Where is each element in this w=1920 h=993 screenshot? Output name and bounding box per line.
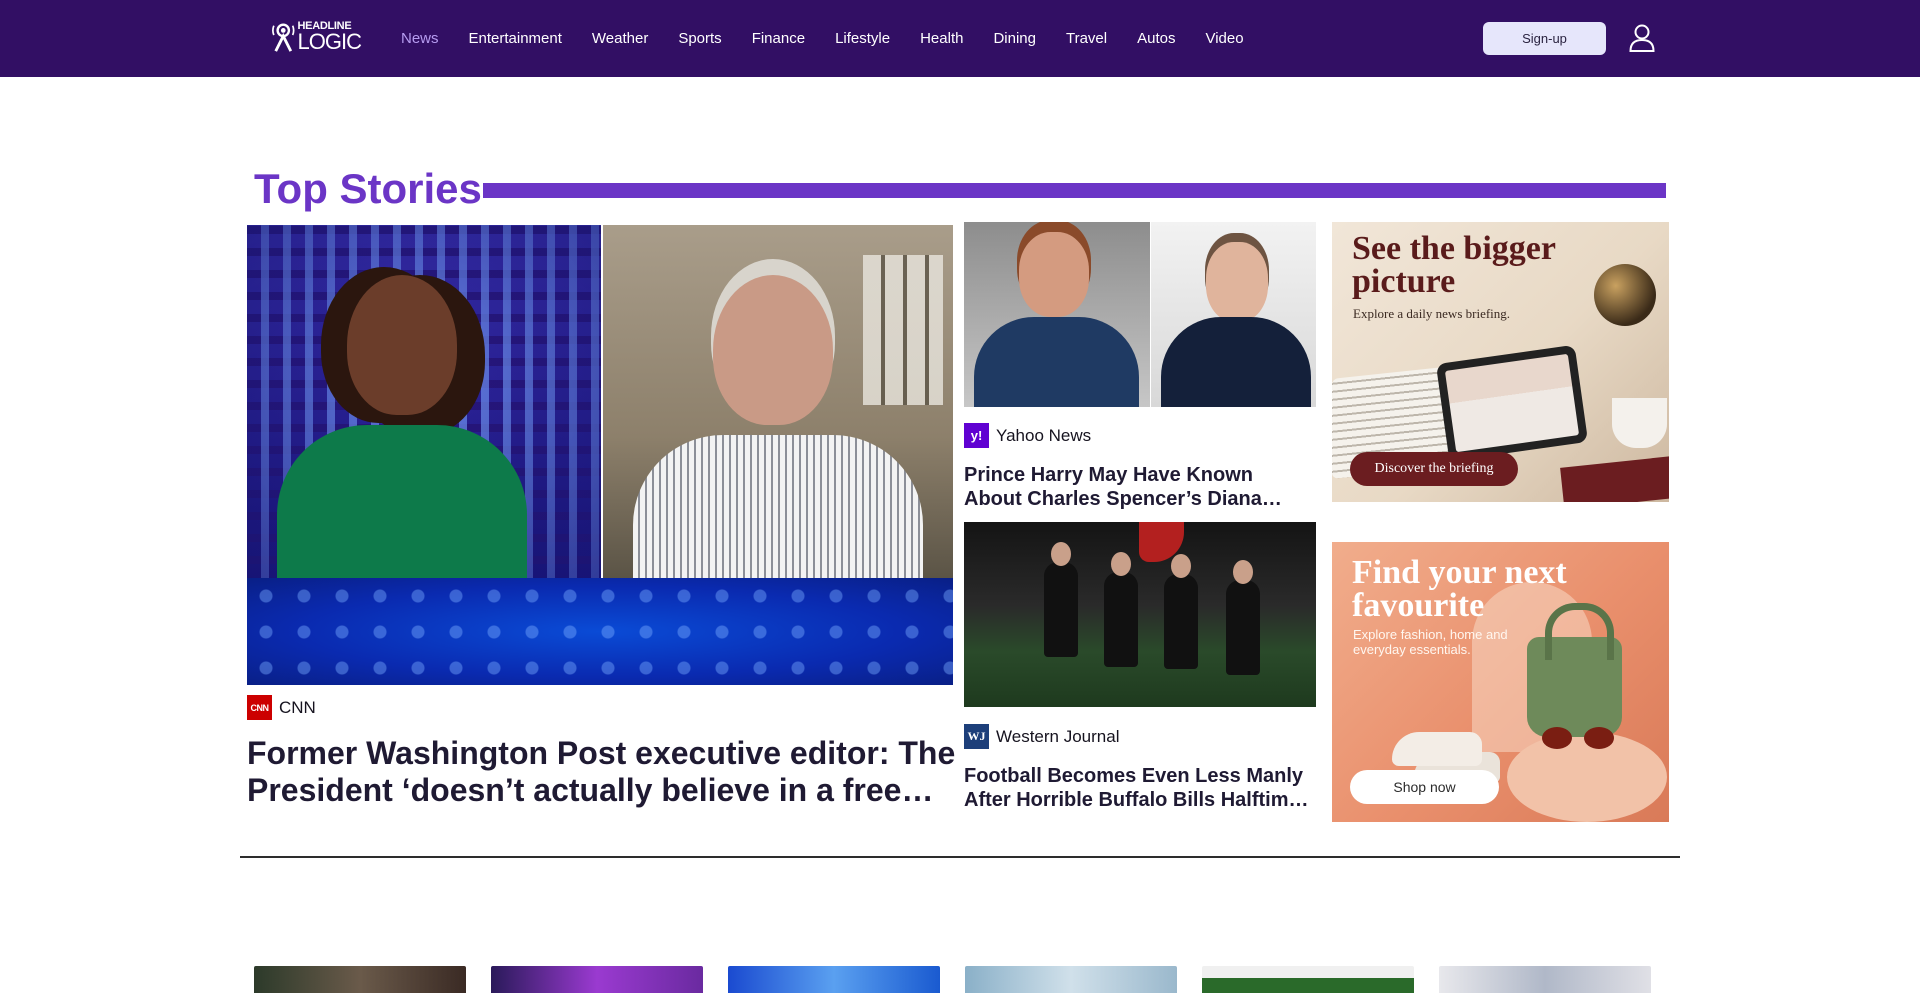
main-story-image-right-panel	[603, 225, 953, 595]
section-title-top-stories: Top Stories	[254, 165, 482, 212]
nav-item-travel[interactable]: Travel	[1066, 29, 1107, 49]
nav-item-weather[interactable]: Weather	[592, 29, 648, 49]
ad-news-briefing-title: See the bigger picture	[1352, 230, 1556, 300]
user-icon[interactable]	[1629, 24, 1655, 52]
more-story-thumbnail[interactable]	[254, 966, 466, 993]
side-story-2-image[interactable]	[964, 522, 1316, 707]
side-story-1-image[interactable]	[964, 222, 1316, 407]
side-story-1-source-name: Yahoo News	[996, 425, 1092, 445]
more-story-thumbnail[interactable]	[965, 966, 1177, 993]
logo-line2: LOGIC	[297, 29, 362, 54]
more-story-thumbnail[interactable]	[1202, 966, 1414, 993]
globe-icon	[1594, 264, 1656, 326]
side-story-2-source-name: Western Journal	[996, 726, 1120, 746]
ad-shopping-subtitle: Explore fashion, home and everyday essen…	[1353, 627, 1508, 657]
nav-item-sports[interactable]: Sports	[678, 29, 721, 49]
nav-item-news[interactable]: News	[401, 29, 439, 49]
nav-item-entertainment[interactable]: Entertainment	[469, 29, 562, 49]
side-story-2-source[interactable]: WJ Western Journal	[964, 724, 1119, 749]
nav-item-lifestyle[interactable]: Lifestyle	[835, 29, 890, 49]
main-story-image-left-panel	[247, 225, 601, 595]
ad-news-briefing-button[interactable]: Discover the briefing	[1350, 452, 1518, 486]
site-logo[interactable]: HEADLINE LOGIC	[271, 20, 362, 54]
more-stories-row	[254, 966, 1676, 993]
main-story-source-name: CNN	[279, 697, 316, 717]
main-story-image[interactable]	[247, 225, 953, 685]
western-journal-logo-icon: WJ	[964, 724, 989, 749]
main-nav: News Entertainment Weather Sports Financ…	[401, 29, 1274, 49]
ad-shopping-title: Find your next favourite	[1352, 554, 1567, 624]
nav-item-video[interactable]: Video	[1205, 29, 1243, 49]
sunglasses-icon	[1542, 727, 1622, 751]
more-story-thumbnail[interactable]	[728, 966, 940, 993]
sneaker-icon	[1392, 732, 1482, 766]
ad-news-briefing-subtitle: Explore a daily news briefing.	[1353, 306, 1511, 321]
ad-shopping-button[interactable]: Shop now	[1350, 770, 1499, 804]
yahoo-logo-icon: y!	[964, 423, 989, 448]
signup-button[interactable]: Sign-up	[1483, 22, 1606, 55]
logo-mark-icon	[272, 23, 295, 52]
side-story-1-headline[interactable]: Prince Harry May Have Known About Charle…	[964, 463, 1314, 511]
cnn-logo-icon: CNN	[247, 695, 272, 720]
nav-item-finance[interactable]: Finance	[752, 29, 805, 49]
ad-shopping[interactable]: Find your next favourite Explore fashion…	[1332, 542, 1669, 822]
side-story-2-headline[interactable]: Football Becomes Even Less Manly After H…	[964, 764, 1314, 812]
section-title-rule	[483, 183, 1666, 198]
side-story-1-source[interactable]: y! Yahoo News	[964, 423, 1091, 448]
section-divider	[240, 856, 1680, 858]
nav-item-autos[interactable]: Autos	[1137, 29, 1175, 49]
nav-item-dining[interactable]: Dining	[993, 29, 1036, 49]
ad-news-briefing[interactable]: See the bigger picture Explore a daily n…	[1332, 222, 1669, 502]
more-story-thumbnail[interactable]	[491, 966, 703, 993]
nav-item-health[interactable]: Health	[920, 29, 963, 49]
main-story-headline[interactable]: Former Washington Post executive editor:…	[247, 735, 957, 809]
main-story-source[interactable]: CNN CNN	[247, 695, 316, 720]
more-story-thumbnail[interactable]	[1439, 966, 1651, 993]
top-nav-bar: HEADLINE LOGIC News Entertainment Weathe…	[0, 0, 1920, 77]
